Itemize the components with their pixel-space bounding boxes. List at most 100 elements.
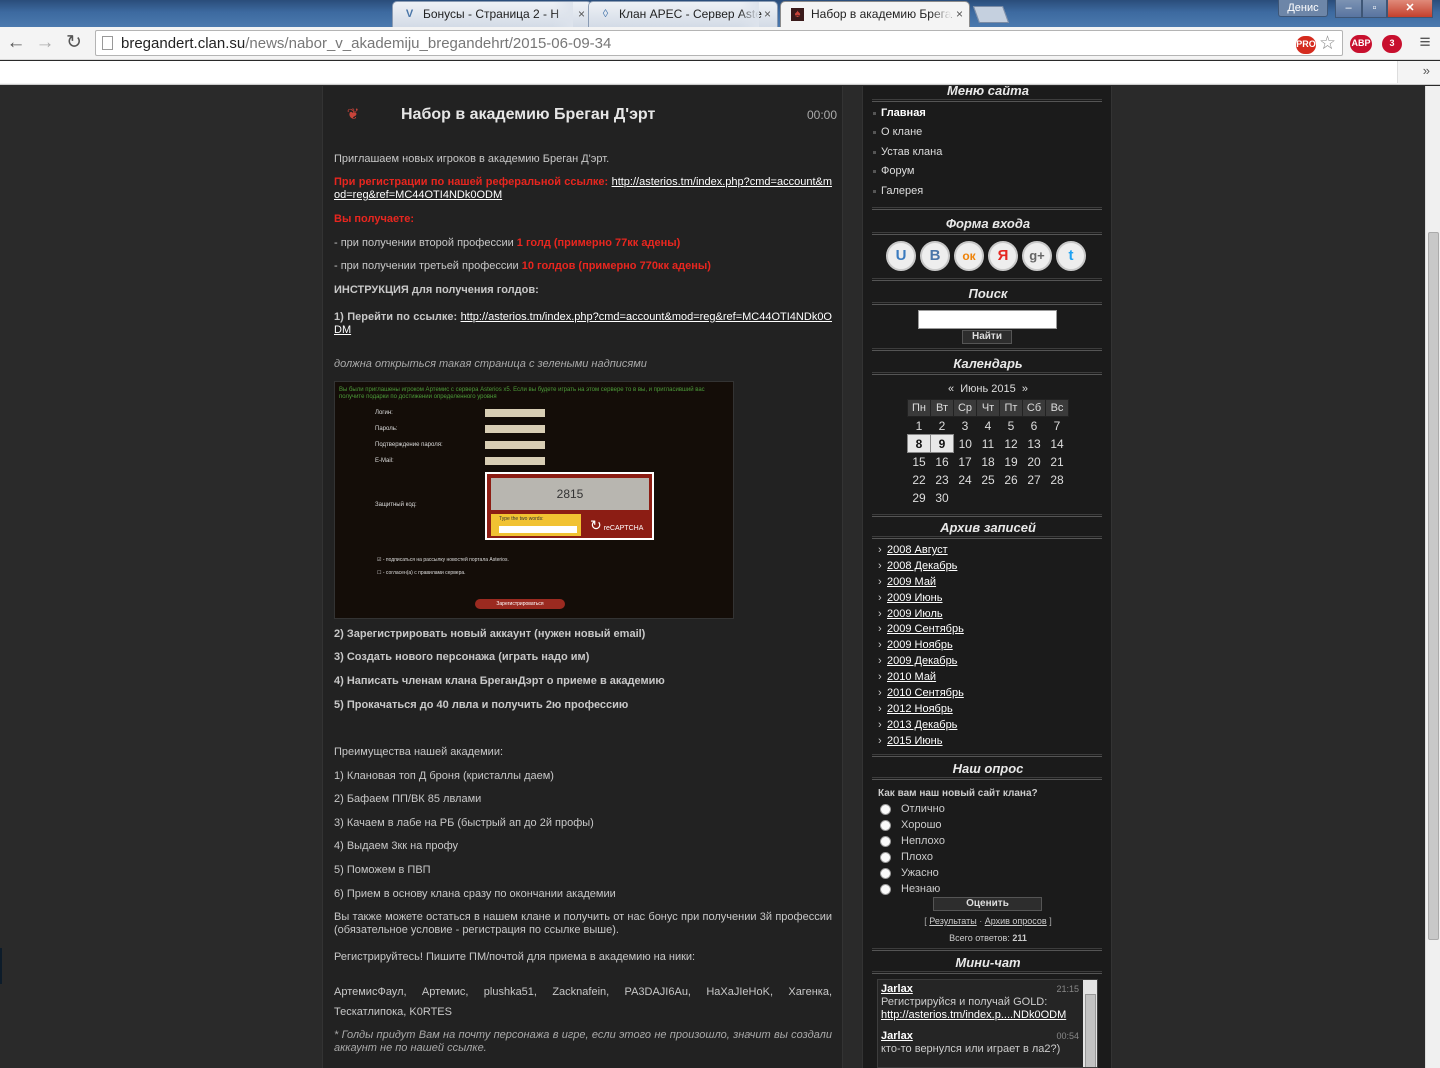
sidebar-item-gallery[interactable]: Галерея xyxy=(872,185,923,197)
calendar-day[interactable]: 9 xyxy=(930,434,954,453)
calendar-day[interactable]: 8 xyxy=(907,434,931,453)
tab-clan-apec[interactable]: ◊ Клан APEC - Сервер Aste × xyxy=(588,1,778,27)
instruction-heading: ИНСТРУКЦИЯ для получения голдов: xyxy=(334,284,539,296)
poll-option-label: Хорошо xyxy=(901,819,942,831)
bookmarks-overflow-chevron[interactable]: » xyxy=(1423,63,1430,78)
close-icon[interactable]: × xyxy=(578,7,585,21)
bonus-second-prof: - при получении второй профессии 1 голд … xyxy=(334,237,681,249)
sidebar-item-about[interactable]: О клане xyxy=(872,126,922,138)
nicks-list: АртемисФаул, Артемис, plushka51, Zacknaf… xyxy=(334,986,832,1018)
search-input[interactable] xyxy=(918,310,1057,329)
archive-link[interactable]: 2008 Август xyxy=(878,544,948,556)
archive-link[interactable]: 2009 Июль xyxy=(878,608,943,620)
search-button[interactable]: Найти xyxy=(962,330,1012,344)
sidebar-item-home[interactable]: Главная xyxy=(873,107,926,119)
ucoz-icon[interactable]: U xyxy=(886,241,916,271)
calendar-prev[interactable]: « xyxy=(948,383,954,395)
url-text[interactable]: bregandert.clan.su/news/nabor_v_akademij… xyxy=(121,35,611,52)
window-close-button[interactable]: ✕ xyxy=(1387,0,1433,18)
archive-link[interactable]: 2013 Декабрь xyxy=(878,719,957,731)
archive-link[interactable]: 2015 Июнь xyxy=(878,735,942,747)
field-label: Подтверждение пароля: xyxy=(375,442,443,448)
maximize-button[interactable]: ▫ xyxy=(1362,0,1387,18)
bookmark-star-icon[interactable]: ☆ xyxy=(1319,32,1336,55)
radio-button[interactable] xyxy=(880,804,891,815)
radio-button[interactable] xyxy=(880,868,891,879)
chat-link[interactable]: http://asterios.tm/index.p....NDk0ODM xyxy=(881,1009,1066,1021)
tab-title: Бонусы - Страница 2 - Н xyxy=(423,7,560,21)
step-2: 2) Зарегистрировать новый аккаунт (нужен… xyxy=(334,628,646,640)
poll-option[interactable]: Отлично xyxy=(880,803,945,815)
advantage-item: 6) Прием в основу клана сразу по окончан… xyxy=(334,888,616,900)
reload-icon[interactable]: ↻ xyxy=(62,31,86,55)
poll-option[interactable]: Незнаю xyxy=(880,883,940,895)
poll-option[interactable]: Ужасно xyxy=(880,867,939,879)
archive-link[interactable]: 2012 Ноябрь xyxy=(878,703,953,715)
new-tab-button[interactable] xyxy=(972,6,1010,23)
scrollbar-thumb[interactable] xyxy=(1428,232,1439,940)
archive-link[interactable]: 2009 Май xyxy=(878,576,936,588)
poll-question: Как вам наш новый сайт клана? xyxy=(878,788,1038,799)
sidebar-item-charter[interactable]: Устав клана xyxy=(872,146,942,158)
calendar-day: 29 xyxy=(912,490,926,505)
sidebar-item-forum[interactable]: Форум xyxy=(872,165,914,177)
archive-link[interactable]: 2009 Декабрь xyxy=(878,655,957,667)
step-4: 4) Написать членам клана БреганДэрт о пр… xyxy=(334,675,665,687)
odnoklassniki-icon[interactable]: ок xyxy=(954,241,984,271)
poll-total: Всего ответов: 211 xyxy=(949,933,1027,943)
calendar-day xyxy=(977,489,1000,507)
advantage-item: 2) Бафаем ПП/ВК 85 лвлами xyxy=(334,793,482,805)
lock-extension-icon[interactable]: 3 xyxy=(1382,35,1402,53)
poll-option[interactable]: Хорошо xyxy=(880,819,942,831)
minimize-button[interactable]: – xyxy=(1335,0,1362,18)
calendar-month: Июнь 2015 xyxy=(960,383,1016,395)
vk-icon[interactable]: В xyxy=(920,241,950,271)
chat-title: Мини-чат xyxy=(955,955,1021,970)
rules-checkbox-label: ☐ - согласен(а) с правилами сервера. xyxy=(377,570,466,576)
poll-results-link[interactable]: Результаты xyxy=(929,916,976,926)
close-icon[interactable]: × xyxy=(956,7,963,21)
chat-scrollbar[interactable] xyxy=(1083,980,1097,1067)
pro-extension-icon[interactable]: PRO xyxy=(1296,36,1316,54)
calendar-day: 28 xyxy=(1050,472,1064,487)
yandex-icon[interactable]: Я xyxy=(988,241,1018,271)
radio-button[interactable] xyxy=(880,836,891,847)
calendar-day: 16 xyxy=(935,454,949,469)
archive-link[interactable]: 2008 Декабрь xyxy=(878,560,957,572)
clan-icon: ♠ xyxy=(791,8,804,21)
vote-button[interactable]: Оценить xyxy=(933,897,1042,911)
archive-link[interactable]: 2010 Май xyxy=(878,671,936,683)
archive-link[interactable]: 2009 Сентябрь xyxy=(878,623,964,635)
radio-button[interactable] xyxy=(880,852,891,863)
chat-author[interactable]: Jarlax xyxy=(881,983,913,995)
archive-link[interactable]: 2009 Ноябрь xyxy=(878,639,953,651)
calendar-day xyxy=(1023,489,1046,507)
address-bar[interactable]: bregandert.clan.su/news/nabor_v_akademij… xyxy=(95,30,1343,56)
back-icon[interactable]: ← xyxy=(4,31,28,55)
poll-archive-link[interactable]: Архив опросов xyxy=(985,916,1047,926)
calendar-day: 20 xyxy=(1027,454,1041,469)
tab-academy[interactable]: ♠ Набор в академию Брега × xyxy=(780,1,970,27)
radio-button[interactable] xyxy=(880,820,891,831)
calendar-next[interactable]: » xyxy=(1022,383,1028,395)
page-scrollbar[interactable] xyxy=(1425,86,1440,1068)
archive-link[interactable]: 2010 Сентябрь xyxy=(878,687,964,699)
registration-screenshot: Вы были приглашены игроком Артемис с сер… xyxy=(334,381,734,619)
twitter-icon[interactable]: t xyxy=(1056,241,1086,271)
tab-bonuses[interactable]: V Бонусы - Страница 2 - Н × xyxy=(392,1,592,27)
poll-option[interactable]: Неплохо xyxy=(880,835,945,847)
calendar-day: 10 xyxy=(958,436,972,451)
calendar-weekday: Пт xyxy=(999,399,1023,417)
poll-option[interactable]: Плохо xyxy=(880,851,933,863)
footnote: * Голды придут Вам на почту персонажа в … xyxy=(334,1029,832,1054)
radio-button[interactable] xyxy=(880,884,891,895)
adblock-icon[interactable]: ABP xyxy=(1350,35,1372,53)
chat-author[interactable]: Jarlax xyxy=(881,1030,913,1042)
archive-link[interactable]: 2009 Июнь xyxy=(878,592,942,604)
profile-button[interactable]: Денис xyxy=(1278,0,1328,17)
google-plus-icon[interactable]: g+ xyxy=(1022,241,1052,271)
mini-chat: Jarlax 21:15 Регистрируйся и получай GOL… xyxy=(877,979,1098,1068)
menu-icon[interactable]: ≡ xyxy=(1413,31,1437,55)
forward-icon[interactable]: → xyxy=(33,31,57,55)
close-icon[interactable]: × xyxy=(764,7,771,21)
